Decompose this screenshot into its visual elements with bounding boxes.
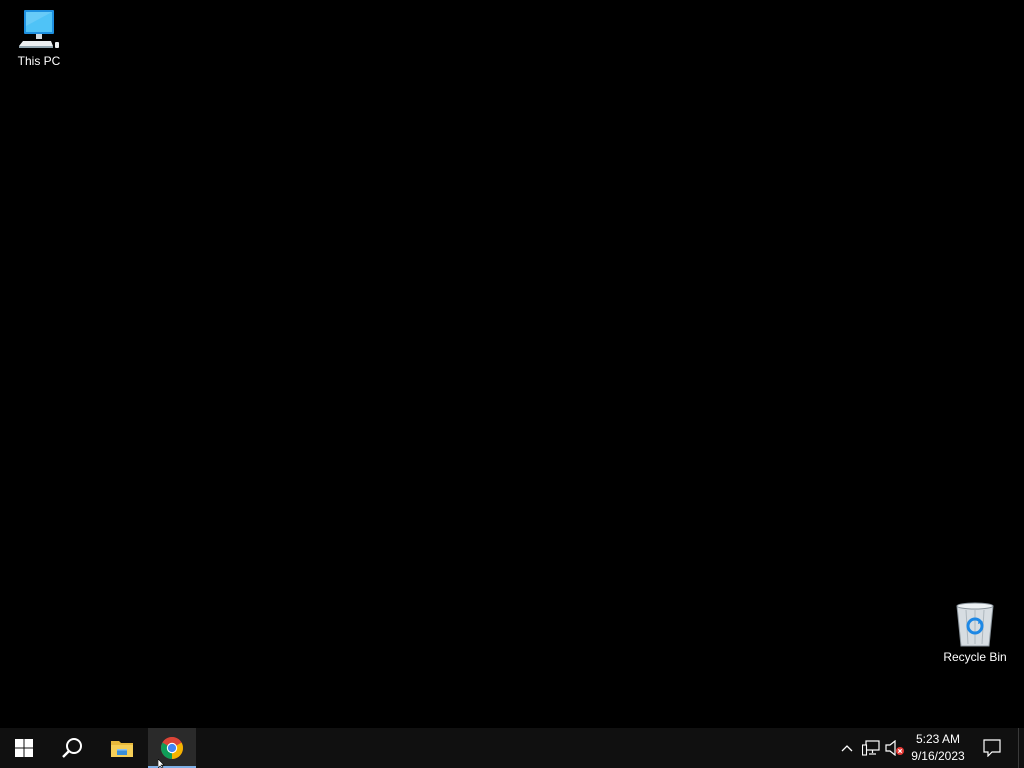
volume-tray-button[interactable] — [884, 728, 906, 768]
action-center-button[interactable] — [976, 728, 1008, 768]
taskbar: 5:23 AM 9/16/2023 — [0, 728, 1024, 768]
desktop-icon-this-pc[interactable]: This PC — [1, 8, 77, 68]
this-pc-label: This PC — [17, 54, 61, 68]
search-icon — [62, 738, 82, 758]
desktop: This PC Recycle Bin — [0, 0, 1024, 728]
notification-icon — [983, 739, 1001, 757]
computer-icon — [19, 10, 59, 48]
volume-muted-icon — [885, 740, 904, 756]
recycle-bin-icon — [956, 602, 994, 647]
folder-icon — [111, 741, 133, 757]
clock[interactable]: 5:23 AM 9/16/2023 — [906, 728, 970, 768]
windows-logo-icon — [15, 739, 33, 757]
chevron-up-icon — [841, 745, 853, 752]
network-tray-button[interactable] — [860, 728, 882, 768]
recycle-bin-label: Recycle Bin — [943, 650, 1007, 664]
search-button[interactable] — [48, 728, 96, 768]
chrome-icon — [161, 737, 183, 759]
mouse-cursor-icon — [158, 759, 165, 768]
start-button[interactable] — [0, 728, 48, 768]
clock-time: 5:23 AM — [915, 732, 961, 746]
chrome-button[interactable] — [148, 728, 196, 768]
show-hidden-icons-button[interactable] — [836, 728, 858, 768]
show-desktop-button[interactable] — [1018, 728, 1024, 768]
desktop-icon-recycle-bin[interactable]: Recycle Bin — [937, 602, 1013, 664]
clock-date: 9/16/2023 — [911, 749, 965, 763]
file-explorer-button[interactable] — [98, 728, 146, 768]
network-icon — [862, 740, 880, 756]
